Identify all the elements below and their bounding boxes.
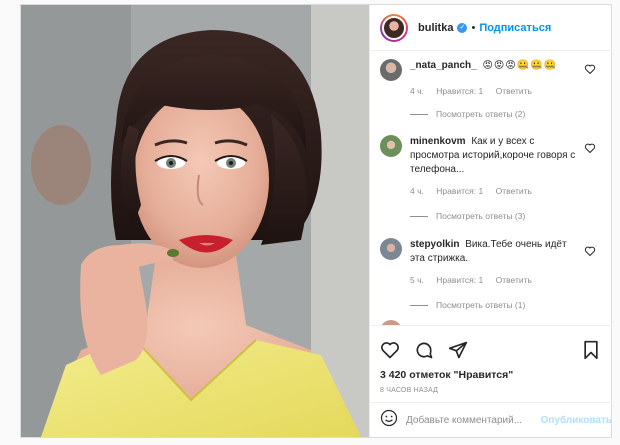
post-dialog: bulitka ✓ • Подписаться _nata_panch_ 😡😡😡…	[20, 4, 612, 438]
heart-icon[interactable]	[584, 244, 596, 257]
emoji-icon[interactable]	[380, 409, 398, 432]
commenter-avatar[interactable]	[380, 59, 402, 81]
heart-icon[interactable]	[584, 62, 596, 75]
view-replies-label: Посмотреть ответы (2)	[436, 109, 526, 119]
view-replies-label: Посмотреть ответы (3)	[436, 211, 526, 221]
comment-input[interactable]	[406, 415, 541, 426]
add-comment-bar: Опубликовать	[370, 402, 612, 438]
comment-username[interactable]: minenkovm	[410, 136, 466, 147]
comment-icon[interactable]	[414, 340, 434, 365]
post-timestamp: 8 часов назад	[380, 387, 439, 394]
comment-likes[interactable]: Нравится: 1	[436, 86, 483, 96]
author-username[interactable]: bulitka	[418, 22, 453, 34]
action-icons	[380, 340, 468, 365]
heart-icon[interactable]	[380, 340, 400, 365]
post-actions: 3 420 отметок "Нравится" 8 часов назад О…	[370, 325, 612, 437]
view-replies-button[interactable]: Посмотреть ответы (3)	[410, 211, 525, 221]
heart-icon[interactable]	[584, 141, 596, 154]
comment-meta: 4 ч. Нравится: 1 Ответить	[410, 86, 542, 96]
likes-count[interactable]: 3 420 отметок "Нравится"	[380, 369, 513, 381]
comment-body: 😡😡😡🤐🤐🤐	[482, 60, 558, 71]
reply-button[interactable]: Ответить	[496, 275, 532, 285]
author-avatar[interactable]	[380, 13, 408, 42]
comment-username[interactable]: stepyolkin	[410, 239, 459, 250]
view-replies-button[interactable]: Посмотреть ответы (1)	[410, 300, 525, 310]
comment-time[interactable]: 4 ч.	[410, 86, 424, 96]
header-separator: •	[471, 21, 476, 34]
bookmark-icon[interactable]	[582, 340, 600, 365]
comment-time[interactable]: 5 ч.	[410, 275, 424, 285]
share-icon[interactable]	[448, 340, 468, 365]
follow-button[interactable]: Подписаться	[479, 22, 551, 34]
comment-meta: 5 ч. Нравится: 1 Ответить	[410, 275, 542, 285]
comment-likes[interactable]: Нравится: 1	[436, 275, 483, 285]
verified-icon: ✓	[457, 22, 468, 33]
post-header: bulitka ✓ • Подписаться	[370, 5, 612, 51]
comment-username[interactable]: _nata_panch_	[410, 60, 477, 71]
comment-meta: 4 ч. Нравится: 1 Ответить	[410, 186, 542, 196]
comment-likes[interactable]: Нравится: 1	[436, 186, 483, 196]
reply-button[interactable]: Ответить	[496, 86, 532, 96]
commenter-avatar[interactable]	[380, 238, 402, 260]
post-photo[interactable]	[21, 5, 369, 437]
comment-text: stepyolkin Вика.Тебе очень идёт эта стри…	[410, 238, 580, 266]
reply-button[interactable]: Ответить	[496, 186, 532, 196]
comment-text: _nata_panch_ 😡😡😡🤐🤐🤐	[410, 59, 580, 73]
post-side-panel: bulitka ✓ • Подписаться _nata_panch_ 😡😡😡…	[369, 5, 612, 437]
view-replies-button[interactable]: Посмотреть ответы (2)	[410, 109, 525, 119]
woman-portrait-image	[21, 5, 369, 437]
comment-text: minenkovm Как и у всех с просмотра истор…	[410, 135, 580, 177]
comments-list[interactable]: _nata_panch_ 😡😡😡🤐🤐🤐 4 ч. Нравится: 1 Отв…	[370, 52, 612, 325]
comment-time[interactable]: 4 ч.	[410, 186, 424, 196]
commenter-avatar[interactable]	[380, 135, 402, 157]
publish-button[interactable]: Опубликовать	[541, 415, 612, 426]
view-replies-label: Посмотреть ответы (1)	[436, 300, 526, 310]
